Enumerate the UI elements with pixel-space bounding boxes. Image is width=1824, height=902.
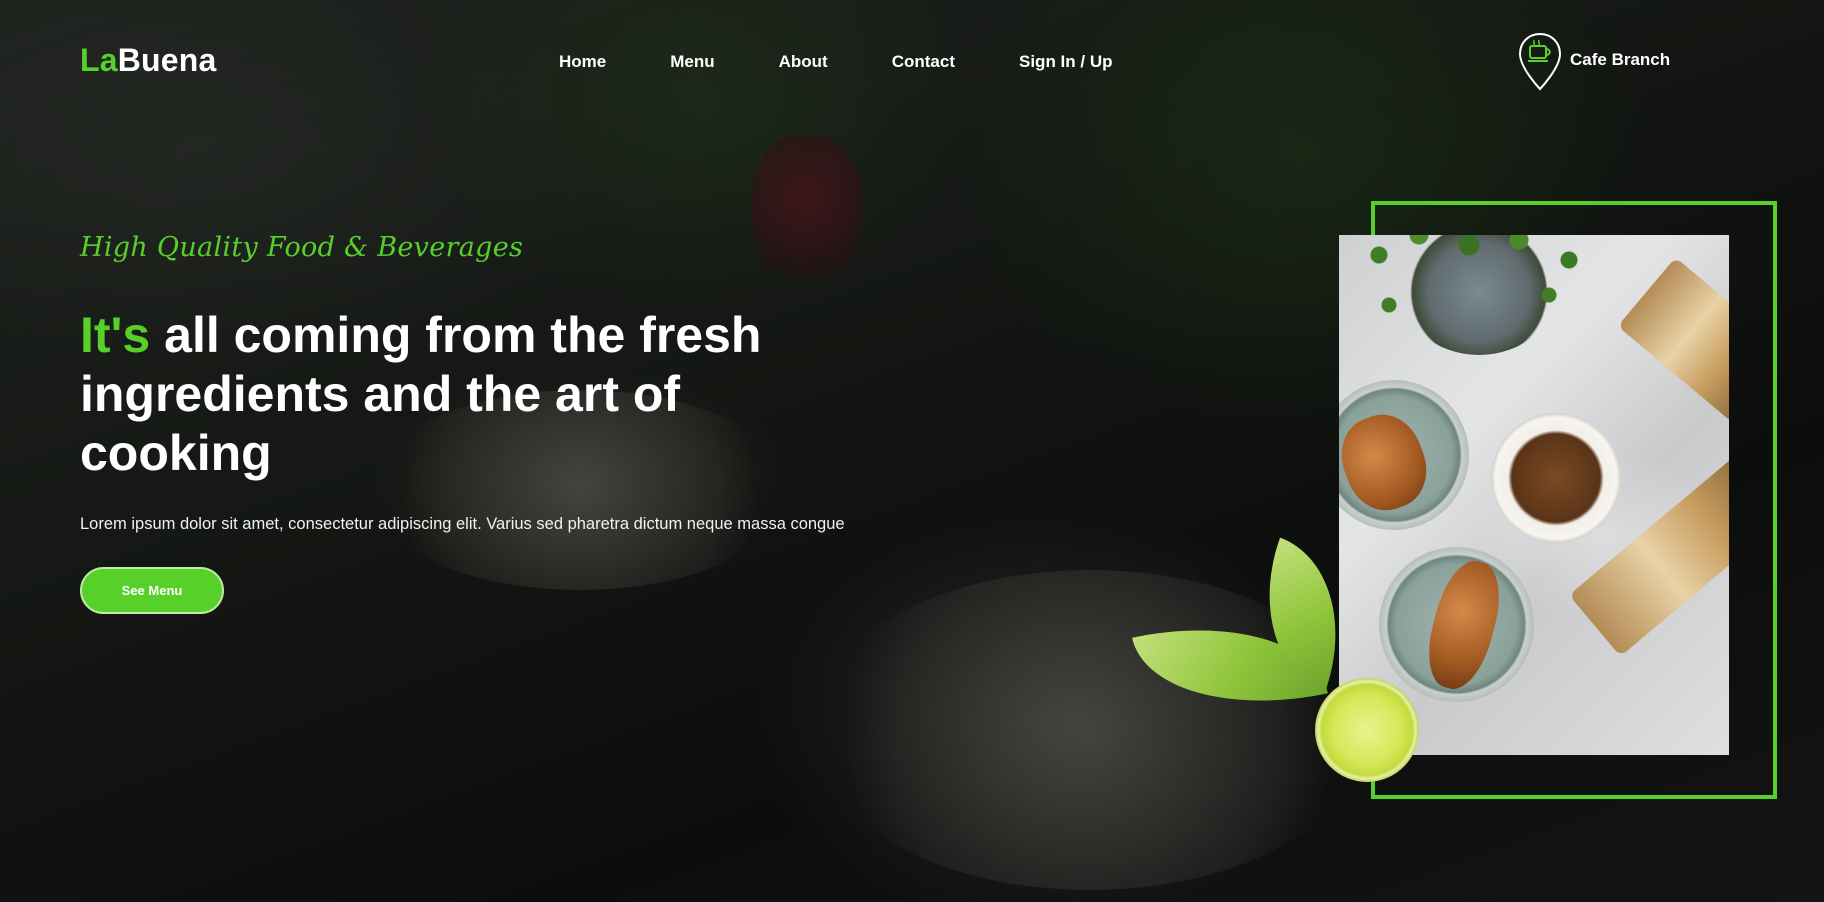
- cafe-branch-link[interactable]: Cafe Branch: [1518, 32, 1670, 92]
- nav-sign-in-up[interactable]: Sign In / Up: [1019, 52, 1113, 72]
- nav-about[interactable]: About: [779, 52, 828, 72]
- hero-headline: It's all coming from the fresh ingredien…: [80, 306, 840, 483]
- feature-food-photo: [1339, 235, 1729, 755]
- photo-coffee-cup: [1491, 413, 1621, 543]
- brand-logo-suffix: Buena: [117, 42, 217, 78]
- nav-menu[interactable]: Menu: [670, 52, 714, 72]
- nav-home[interactable]: Home: [559, 52, 606, 72]
- map-pin-coffee-icon: [1518, 32, 1562, 91]
- lemon-slice-decoration: [1315, 678, 1419, 782]
- nav-contact[interactable]: Contact: [892, 52, 955, 72]
- site-header: LaBuena Home Menu About Contact Sign In …: [0, 0, 1824, 124]
- hero-description: Lorem ipsum dolor sit amet, consectetur …: [80, 515, 845, 533]
- photo-wood-log: [1617, 257, 1729, 423]
- brand-logo[interactable]: LaBuena: [80, 42, 217, 79]
- hero-headline-accent: It's: [80, 307, 151, 363]
- main-nav: Home Menu About Contact Sign In / Up: [559, 52, 1113, 72]
- hero-headline-text: all coming from the fresh ingredients an…: [80, 307, 762, 481]
- brand-logo-prefix: La: [80, 42, 118, 78]
- see-menu-button[interactable]: See Menu: [80, 567, 224, 614]
- cafe-branch-label: Cafe Branch: [1570, 50, 1671, 69]
- photo-plant-leaves: [1349, 235, 1609, 335]
- hero-tagline: High Quality Food & Beverages: [80, 232, 524, 263]
